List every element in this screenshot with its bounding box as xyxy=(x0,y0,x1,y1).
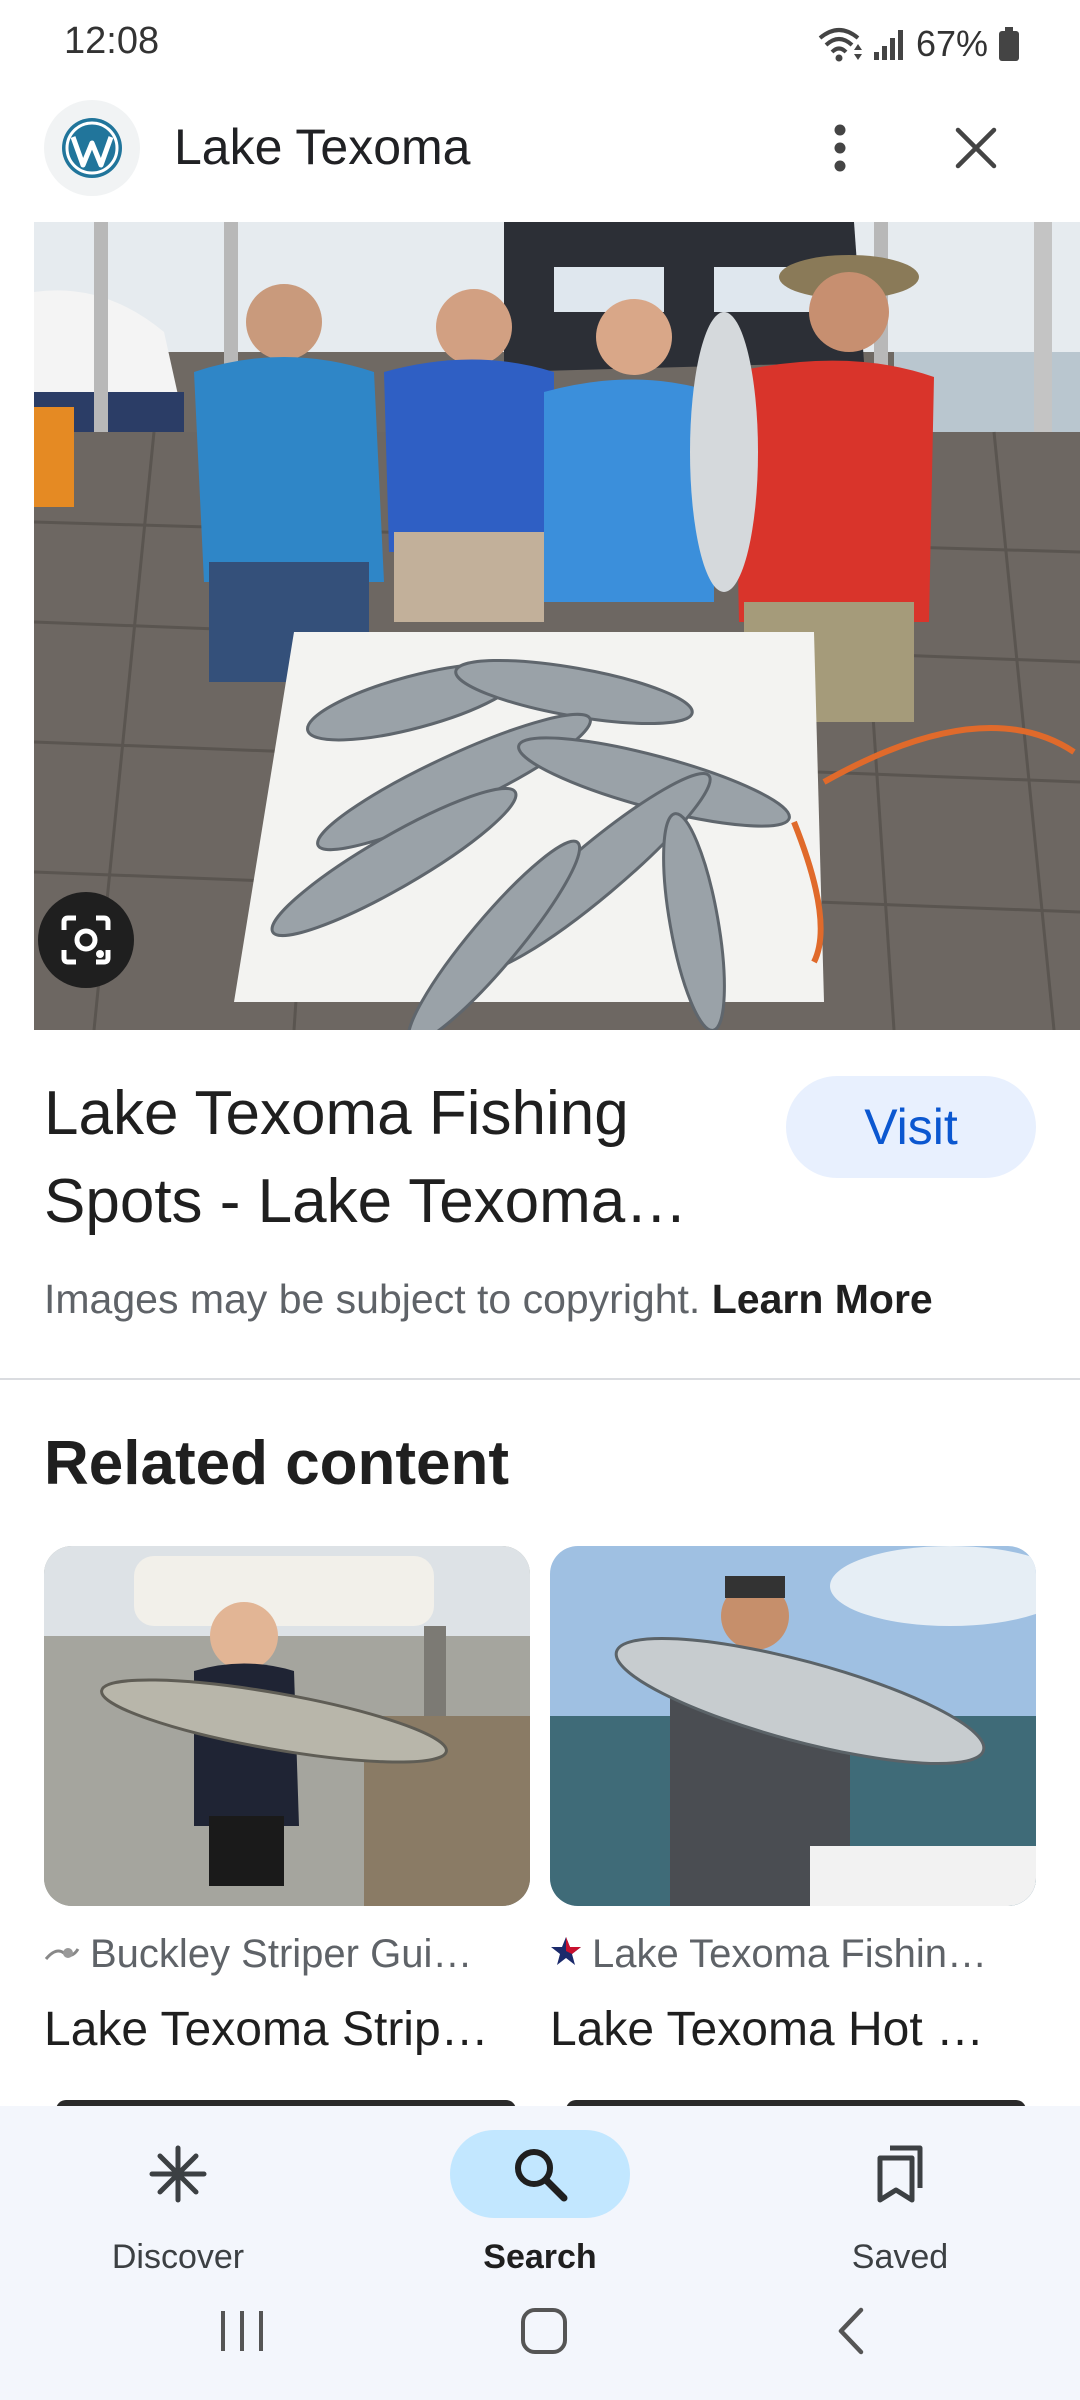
related-card-image[interactable] xyxy=(550,1546,1036,1906)
learn-more-link[interactable]: Learn More xyxy=(712,1276,933,1322)
battery-icon xyxy=(998,26,1020,62)
nav-discover-label: Discover xyxy=(111,2238,245,2276)
site-name[interactable]: Lake Texoma xyxy=(174,118,470,176)
search-icon[interactable] xyxy=(450,2130,630,2218)
asterisk-icon[interactable] xyxy=(88,2130,268,2218)
related-card-source: Buckley Striper Gui… xyxy=(44,1932,530,1976)
visit-button[interactable]: Visit xyxy=(786,1076,1036,1178)
wifi-icon xyxy=(816,24,862,64)
section-divider xyxy=(0,1378,1080,1380)
home-icon[interactable] xyxy=(484,2296,604,2366)
related-card-title[interactable]: Lake Texoma Strip… xyxy=(44,2002,530,2057)
related-card[interactable]: Lake Texoma Fishin… Lake Texoma Hot … xyxy=(550,1546,1036,2066)
related-card-source: Lake Texoma Fishin… xyxy=(550,1932,1036,1976)
related-card-title[interactable]: Lake Texoma Hot … xyxy=(550,2002,1036,2057)
nav-discover[interactable]: Discover xyxy=(58,2116,298,2286)
texas-star-icon xyxy=(550,1932,582,1976)
status-time: 12:08 xyxy=(64,20,160,62)
status-icons: 67% xyxy=(816,20,1020,68)
close-icon[interactable] xyxy=(940,112,1012,184)
more-options-icon[interactable] xyxy=(808,112,872,184)
status-bar: 12:08 67% xyxy=(0,0,1080,88)
related-card[interactable]: Buckley Striper Gui… Lake Texoma Strip… xyxy=(44,1546,530,2066)
result-title[interactable]: Lake Texoma Fishing Spots - Lake Texoma… xyxy=(44,1070,744,1246)
wordpress-logo-icon[interactable] xyxy=(44,100,140,196)
fishing-rod-icon xyxy=(44,1932,80,1976)
signal-icon xyxy=(872,26,906,62)
related-card-image[interactable] xyxy=(44,1546,530,1906)
image-viewer-page: 12:08 67% Lake Texoma Lake Texoma Fishin… xyxy=(0,0,1080,2400)
nav-search[interactable]: Search xyxy=(420,2116,660,2286)
nav-search-label: Search xyxy=(483,2238,597,2276)
related-content-heading: Related content xyxy=(44,1429,510,1498)
recent-apps-icon[interactable] xyxy=(182,2296,302,2366)
back-icon[interactable] xyxy=(790,2296,910,2366)
bookmarks-icon[interactable] xyxy=(810,2130,990,2218)
hero-image[interactable] xyxy=(34,222,1080,1030)
viewer-header: Lake Texoma xyxy=(0,96,1080,200)
system-navigation-bar xyxy=(0,2276,1080,2386)
battery-percent: 67% xyxy=(915,23,988,64)
nav-saved-label: Saved xyxy=(851,2238,949,2276)
copyright-text: Images may be subject to copyright. xyxy=(44,1276,701,1322)
nav-saved[interactable]: Saved xyxy=(780,2116,1020,2286)
copyright-notice: Images may be subject to copyright. Lear… xyxy=(44,1276,933,1323)
google-lens-icon[interactable] xyxy=(38,892,134,988)
bottom-navigation: Discover Search Saved xyxy=(0,2106,1080,2400)
